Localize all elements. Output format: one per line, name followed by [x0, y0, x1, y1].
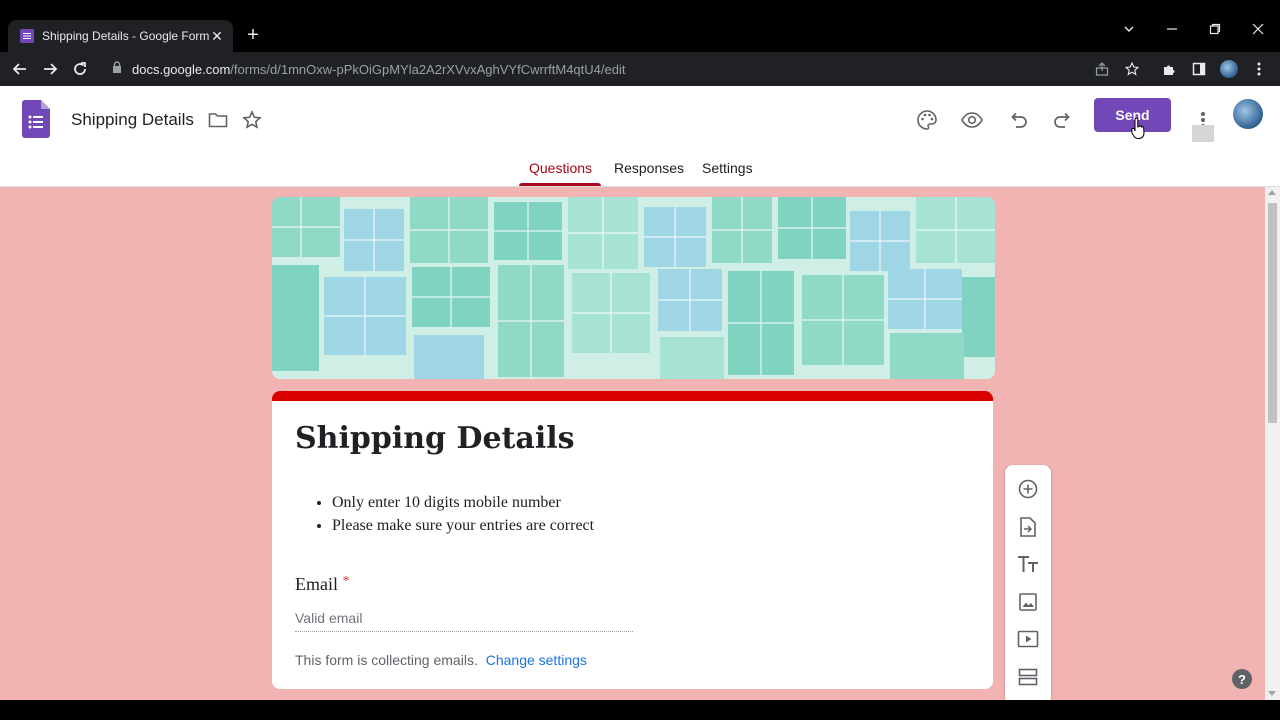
add-image-icon[interactable]	[1016, 590, 1040, 614]
add-section-icon[interactable]	[1016, 665, 1040, 689]
description-item: Please make sure your entries are correc…	[332, 517, 594, 535]
chrome-menu-icon[interactable]	[1249, 59, 1269, 79]
close-window-icon[interactable]	[1248, 22, 1268, 38]
tab-title: Shipping Details - Google Forms	[42, 29, 209, 43]
email-question-label: Email *	[295, 574, 350, 595]
form-title[interactable]: Shipping Details	[295, 421, 575, 456]
add-question-icon[interactable]	[1016, 477, 1040, 501]
undo-icon[interactable]	[1006, 108, 1030, 132]
reload-icon[interactable]	[70, 59, 90, 79]
tab-search-icon[interactable]	[1119, 22, 1139, 38]
add-title-icon[interactable]	[1016, 552, 1040, 576]
form-editor-canvas: Shipping Details Only enter 10 digits mo…	[0, 187, 1265, 700]
document-title[interactable]: Shipping Details	[71, 110, 194, 130]
email-label-text: Email	[295, 574, 338, 594]
scroll-down-arrow-icon[interactable]	[1268, 691, 1276, 696]
browser-tabstrip: Shipping Details - Google Forms ✕ +	[0, 0, 1280, 52]
scroll-thumb[interactable]	[1268, 203, 1277, 423]
address-bar[interactable]: docs.google.com/forms/d/1mnOxw-pPkOiGpMY…	[102, 56, 1148, 82]
extensions-icon[interactable]	[1159, 59, 1179, 79]
redo-icon[interactable]	[1051, 108, 1075, 132]
lock-icon	[112, 60, 122, 78]
minimize-icon[interactable]	[1162, 22, 1182, 38]
profile-avatar-icon[interactable]	[1219, 59, 1239, 79]
url-path: /forms/d/1mnOxw-pPkOiGpMYla2A2rXVvxAghVY…	[230, 61, 626, 77]
change-settings-link[interactable]: Change settings	[486, 652, 587, 668]
required-asterisk: *	[342, 574, 350, 589]
restore-icon[interactable]	[1205, 22, 1225, 38]
share-icon[interactable]	[1092, 59, 1112, 79]
bookmark-star-icon[interactable]	[1122, 59, 1142, 79]
header-image-gift-boxes	[272, 197, 995, 379]
add-video-icon[interactable]	[1016, 627, 1040, 651]
browser-tab[interactable]: Shipping Details - Google Forms ✕	[8, 20, 233, 52]
page-scrollbar[interactable]	[1265, 187, 1280, 700]
tab-settings[interactable]: Settings	[702, 160, 753, 176]
star-icon[interactable]	[240, 108, 264, 132]
scroll-up-arrow-icon[interactable]	[1268, 190, 1276, 195]
collecting-note-text: This form is collecting emails.	[295, 652, 478, 668]
account-avatar[interactable]	[1233, 99, 1263, 129]
email-field: Valid email	[295, 610, 633, 632]
tab-close-icon[interactable]: ✕	[209, 28, 225, 45]
form-description[interactable]: Only enter 10 digits mobile number Pleas…	[332, 494, 594, 540]
form-tabs: Questions Responses Settings	[0, 160, 1280, 187]
add-on-placeholder	[1192, 125, 1214, 142]
import-questions-icon[interactable]	[1016, 515, 1040, 539]
google-forms-logo-icon[interactable]	[22, 100, 50, 138]
help-icon[interactable]: ?	[1232, 669, 1252, 689]
active-tab-indicator	[519, 183, 601, 186]
move-to-folder-icon[interactable]	[206, 108, 230, 132]
back-icon[interactable]	[10, 59, 30, 79]
side-panel-icon[interactable]	[1189, 59, 1209, 79]
tab-responses[interactable]: Responses	[614, 160, 684, 176]
url-domain: docs.google.com	[132, 61, 231, 77]
description-item: Only enter 10 digits mobile number	[332, 494, 594, 512]
new-tab-button[interactable]: +	[243, 25, 263, 45]
forms-header: Shipping Details Send Questions Response…	[0, 86, 1280, 187]
tab-questions[interactable]: Questions	[529, 160, 592, 176]
hand-cursor-icon	[1131, 117, 1145, 140]
customize-theme-palette-icon[interactable]	[915, 108, 939, 132]
theme-color-bar	[272, 391, 993, 401]
browser-toolbar: docs.google.com/forms/d/1mnOxw-pPkOiGpMY…	[0, 52, 1280, 86]
collecting-emails-note: This form is collecting emails. Change s…	[295, 652, 587, 668]
floating-toolbar	[1005, 465, 1051, 700]
forms-favicon-icon	[20, 29, 34, 43]
forward-icon[interactable]	[40, 59, 60, 79]
preview-eye-icon[interactable]	[960, 108, 984, 132]
form-header-card[interactable]: Shipping Details Only enter 10 digits mo…	[272, 391, 993, 689]
